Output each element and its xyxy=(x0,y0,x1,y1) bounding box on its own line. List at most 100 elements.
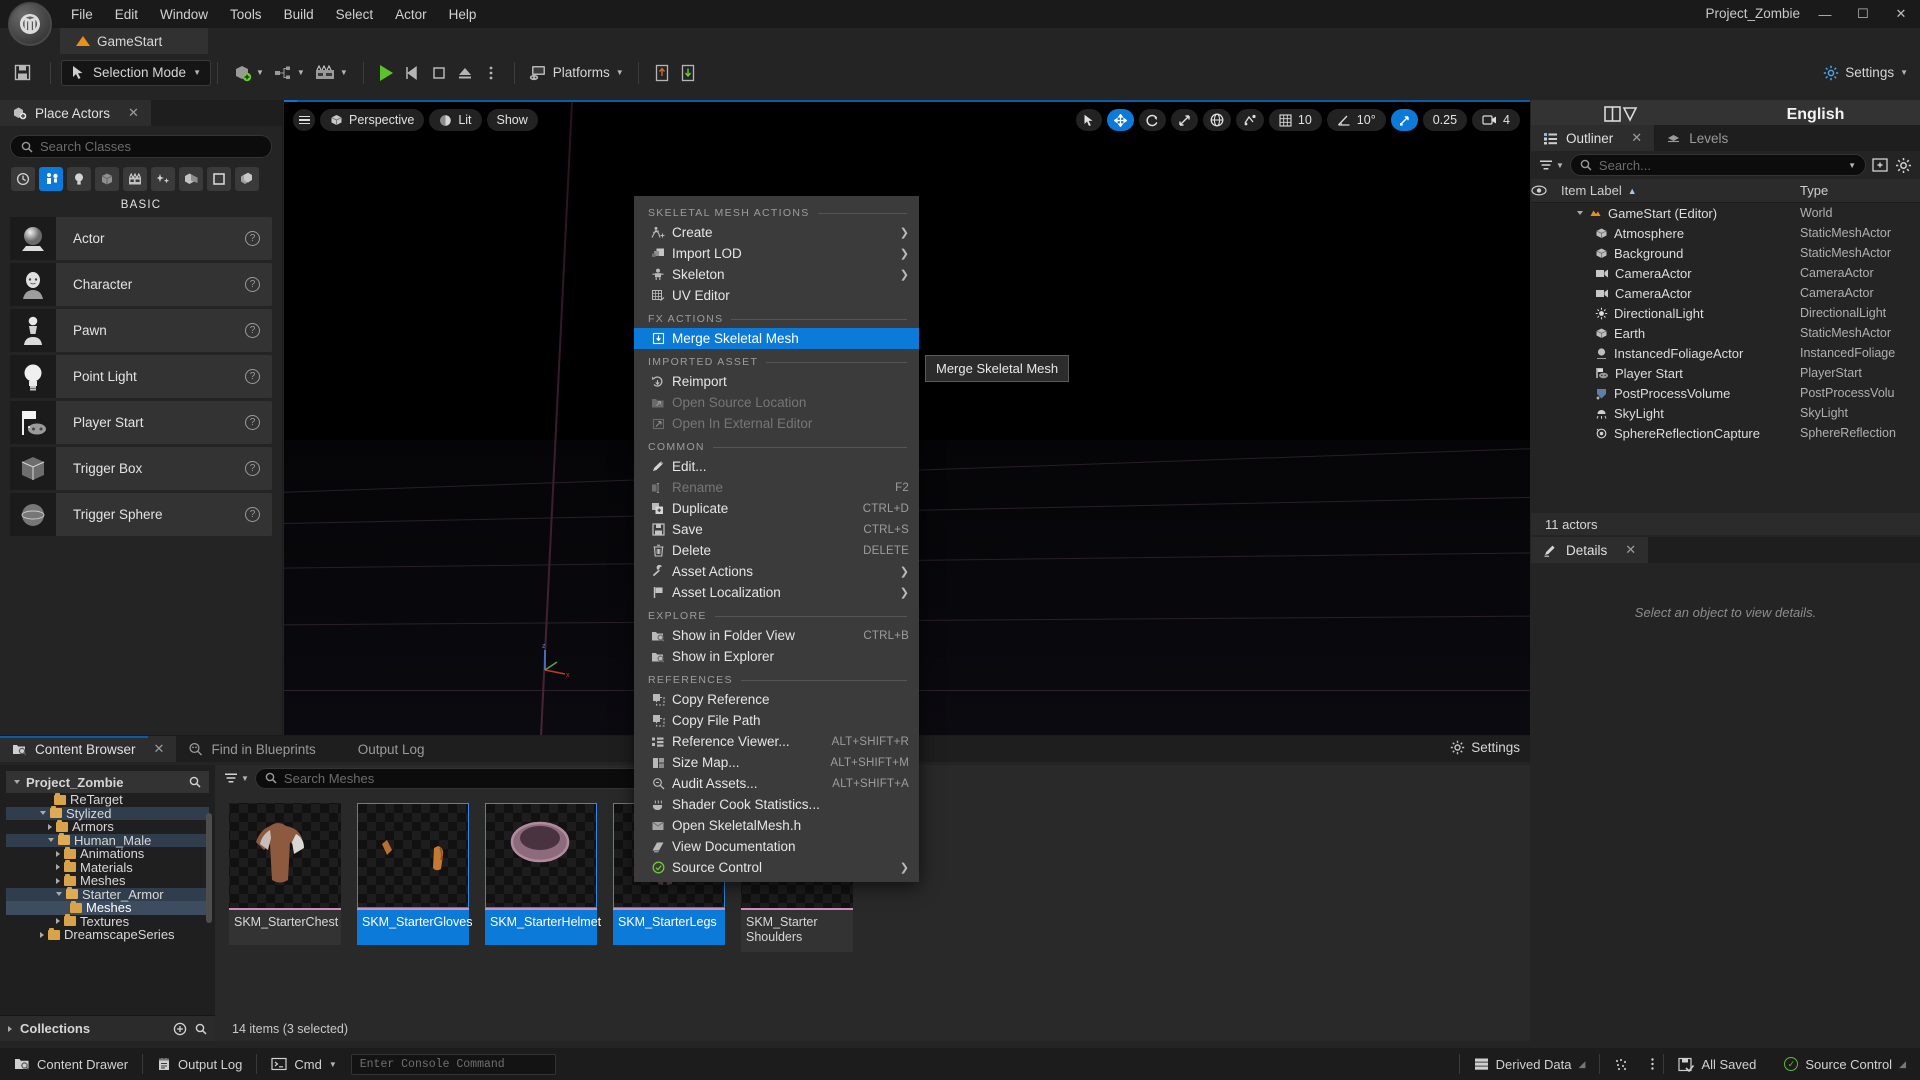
angle-snap-control[interactable]: 10° xyxy=(1327,109,1386,131)
cinematic-icon[interactable] xyxy=(123,167,147,191)
context-item-create[interactable]: Create ❯ xyxy=(634,222,919,243)
tab-find-in-blueprints[interactable]: Find in Blueprints xyxy=(176,736,327,762)
open-level-button[interactable] xyxy=(650,60,674,86)
context-item-copy-file-path[interactable]: Copy File Path xyxy=(634,710,919,731)
volumes-icon[interactable] xyxy=(207,167,231,191)
shapes-icon[interactable] xyxy=(95,167,119,191)
column-type[interactable]: Type xyxy=(1800,183,1920,198)
table-row[interactable]: GameStart (Editor) World xyxy=(1531,203,1920,223)
source-control-button[interactable]: ✓ Source Control ◢ xyxy=(1770,1048,1920,1080)
camera-speed-control[interactable]: 4 xyxy=(1472,109,1520,131)
maximize-button[interactable]: ☐ xyxy=(1844,0,1882,28)
scale-tool-button[interactable] xyxy=(1171,109,1198,131)
select-tool-button[interactable] xyxy=(1076,109,1102,131)
eject-button[interactable] xyxy=(453,60,477,86)
context-item-save[interactable]: Save CTRL+S xyxy=(634,519,919,540)
context-item-edit[interactable]: Edit... xyxy=(634,456,919,477)
asset-context-menu[interactable]: SKELETAL MESH ACTIONS Create ❯ Import LO… xyxy=(634,196,919,882)
close-icon[interactable]: ✕ xyxy=(154,741,165,757)
search-icon[interactable] xyxy=(189,776,201,788)
table-row[interactable]: DirectionalLight DirectionalLight xyxy=(1531,303,1920,323)
tree-item-starter-armor[interactable]: Starter_Armor xyxy=(6,888,209,902)
recent-icon[interactable] xyxy=(11,167,35,191)
visual-effects-icon[interactable] xyxy=(151,167,175,191)
rotate-tool-button[interactable] xyxy=(1139,109,1166,131)
main-menu-bar[interactable]: File Edit Window Tools Build Select Acto… xyxy=(60,0,487,28)
tree-item-materials[interactable]: Materials xyxy=(6,861,209,875)
context-item-skeleton[interactable]: Skeleton ❯ xyxy=(634,264,919,285)
context-item-delete[interactable]: Delete DELETE xyxy=(634,540,919,561)
menu-window[interactable]: Window xyxy=(149,3,219,26)
blueprints-button[interactable]: ▼ xyxy=(270,60,309,86)
context-item-reference-viewer[interactable]: Reference Viewer... ALT+SHIFT+R xyxy=(634,731,919,752)
help-icon[interactable]: ? xyxy=(245,369,260,384)
window-controls[interactable]: — ☐ ✕ xyxy=(1806,0,1920,28)
more-play-options-button[interactable] xyxy=(479,60,503,86)
tree-item-armors[interactable]: Armors xyxy=(6,820,209,834)
tab-output-log[interactable]: Output Log xyxy=(346,736,437,762)
close-icon[interactable]: ✕ xyxy=(1625,542,1636,558)
search-collections-icon[interactable] xyxy=(195,1023,207,1035)
help-icon[interactable]: ? xyxy=(245,231,260,246)
cmd-dropdown[interactable]: Cmd ▼ xyxy=(257,1048,350,1080)
tree-item-stylized[interactable]: Stylized xyxy=(6,807,209,821)
outliner-filter-button[interactable]: ▼ xyxy=(1539,159,1564,172)
derived-data-button[interactable]: Derived Data ◢ xyxy=(1460,1048,1600,1080)
table-row[interactable]: SkyLight SkyLight xyxy=(1531,403,1920,423)
viewport-viewmode-dropdown[interactable]: Lit xyxy=(429,109,481,131)
asset-tile[interactable]: SKM_StarterHelmet xyxy=(485,803,597,952)
cinematics-button[interactable]: ▼ xyxy=(311,60,352,86)
tree-item-starter-armor-meshes[interactable]: Meshes xyxy=(6,901,209,915)
viewport-show-dropdown[interactable]: Show xyxy=(487,109,538,131)
tab-details[interactable]: Details ✕ xyxy=(1531,537,1648,563)
place-actors-search-input[interactable]: Search Classes xyxy=(10,135,272,158)
tree-item-animations[interactable]: Animations xyxy=(6,847,209,861)
expand-arrow-icon[interactable] xyxy=(40,811,46,815)
context-item-copy-reference[interactable]: Copy Reference xyxy=(634,689,919,710)
asset-tile[interactable]: SKM_StarterGloves xyxy=(357,803,469,952)
list-item[interactable]: Actor ? xyxy=(10,217,272,260)
context-item-merge-skeletal-mesh[interactable]: Merge Skeletal Mesh xyxy=(634,328,919,349)
save-level-button[interactable] xyxy=(676,60,700,86)
tree-scrollbar[interactable] xyxy=(206,813,212,923)
performance-indicator[interactable] xyxy=(1600,1048,1642,1080)
status-more-options-button[interactable] xyxy=(1642,1048,1663,1080)
list-item[interactable]: Pawn ? xyxy=(10,309,272,352)
expand-arrow-icon[interactable] xyxy=(48,824,52,830)
minimize-button[interactable]: — xyxy=(1806,0,1844,28)
expand-arrow-icon[interactable] xyxy=(56,878,60,884)
expand-arrow-icon[interactable] xyxy=(14,780,20,784)
outliner-settings-icon[interactable] xyxy=(1895,157,1912,174)
content-drawer-button[interactable]: Content Drawer xyxy=(0,1048,142,1080)
all-saved-button[interactable]: All Saved xyxy=(1664,1048,1770,1080)
context-item-reimport[interactable]: Reimport xyxy=(634,371,919,392)
context-item-view-documentation[interactable]: View Documentation xyxy=(634,836,919,857)
tab-place-actors[interactable]: Place Actors ✕ xyxy=(0,100,151,126)
asset-tile[interactable]: SKM_StarterChest xyxy=(229,803,341,952)
close-icon[interactable]: ✕ xyxy=(128,105,139,121)
surface-snap-button[interactable] xyxy=(1236,109,1264,131)
context-item-asset-actions[interactable]: Asset Actions ❯ xyxy=(634,561,919,582)
collections-section[interactable]: Collections xyxy=(0,1015,215,1041)
menu-actor[interactable]: Actor xyxy=(384,3,438,26)
scale-snap-value-control[interactable]: 0.25 xyxy=(1423,109,1467,131)
content-browser-settings-button[interactable]: Settings xyxy=(1450,740,1520,755)
table-row[interactable]: PostProcessVolume PostProcessVolu xyxy=(1531,383,1920,403)
menu-file[interactable]: File xyxy=(60,3,104,26)
viewport-perspective-dropdown[interactable]: Perspective xyxy=(320,109,424,131)
tab-outliner[interactable]: Outliner ✕ xyxy=(1531,125,1654,151)
tree-item-dreamscapeseries[interactable]: DreamscapeSeries xyxy=(6,928,209,942)
context-item-asset-localization[interactable]: Asset Localization ❯ xyxy=(634,582,919,603)
lights-icon[interactable] xyxy=(67,167,91,191)
expand-arrow-icon[interactable] xyxy=(56,918,60,924)
context-item-import-lod[interactable]: Import LOD ❯ xyxy=(634,243,919,264)
list-item[interactable]: Character ? xyxy=(10,263,272,306)
tree-item-human-male[interactable]: Human_Male xyxy=(6,834,209,848)
add-collection-icon[interactable] xyxy=(173,1022,187,1036)
context-item-size-map[interactable]: Size Map... ALT+SHIFT+M xyxy=(634,752,919,773)
table-row[interactable]: Player Start PlayerStart xyxy=(1531,363,1920,383)
help-icon[interactable]: ? xyxy=(245,415,260,430)
expand-arrow-icon[interactable] xyxy=(56,864,60,870)
context-item-source-control[interactable]: Source Control ❯ xyxy=(634,857,919,878)
selection-mode-dropdown[interactable]: Selection Mode ▼ xyxy=(61,60,211,86)
